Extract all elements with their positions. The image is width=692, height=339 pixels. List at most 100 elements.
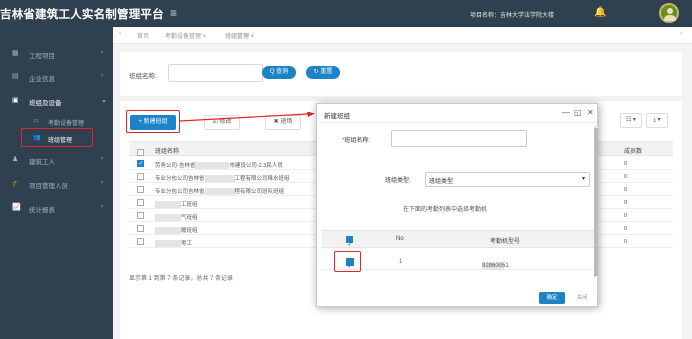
chevron-right-icon[interactable]: ›: [680, 30, 682, 37]
search-panel: 班组名称: Q 查询 ↻ 重置: [120, 52, 682, 96]
row-team-name: 暖班组: [155, 226, 198, 235]
row-checkbox[interactable]: [137, 173, 144, 180]
close-button[interactable]: 关闭: [571, 292, 593, 304]
briefcase-icon: ▤: [12, 73, 19, 80]
row-team-name: 工班组: [155, 200, 198, 209]
maximize-icon[interactable]: ◱: [574, 108, 582, 117]
device-selection-hint: 在下面的考勤列表中选择考勤机: [403, 207, 488, 213]
device-serial-number: 92860051: [482, 263, 509, 269]
minimize-icon[interactable]: —: [562, 108, 570, 117]
team-name-prefix: 专业分包公司吉林省: [155, 176, 205, 182]
highlight-box-new-team: [126, 110, 180, 133]
sidebar-item-label: 企业信息: [29, 76, 55, 83]
chevron-down-icon: ⌄: [101, 97, 107, 104]
row-member-count: 0: [624, 187, 628, 193]
row-checkbox[interactable]: [137, 212, 144, 219]
row-member-count: 0: [624, 213, 628, 219]
reset-button[interactable]: ↻ 重置: [306, 66, 340, 79]
sidebar-item-projects[interactable]: ▦ 工程项目 ›: [0, 45, 113, 63]
redacted-text: [204, 188, 235, 196]
sidebar-item-company[interactable]: ▤ 企业信息 ›: [0, 68, 113, 86]
team-name-suffix: 工班组: [181, 202, 198, 208]
team-type-label: 班组类型:: [385, 178, 411, 184]
dialog-scrollbar[interactable]: [594, 126, 598, 278]
chevron-right-icon: ›: [101, 179, 104, 186]
dialog-titlebar: 新建班组 — ◱ ✕: [317, 104, 597, 123]
user-avatar[interactable]: [659, 3, 679, 23]
row-checkbox[interactable]: [137, 186, 144, 193]
dropdown-caret-icon: ▾: [582, 176, 586, 182]
row-member-count: 0: [624, 239, 628, 245]
sidebar-subitem-label: 考勤设备管理: [48, 120, 85, 127]
team-name-search-label: 班组名称:: [129, 73, 157, 80]
sidebar-item-reports[interactable]: 📈 统计报表 ›: [0, 199, 113, 217]
sidebar-subitem-attendance-devices[interactable]: ▭ 考勤设备管理: [0, 114, 113, 128]
sidebar-item-label: 班组及设备: [29, 100, 62, 107]
row-member-count: 0: [624, 174, 628, 180]
chevron-right-icon: ›: [101, 72, 104, 79]
row-checkbox[interactable]: ✓: [137, 160, 144, 167]
user-icon: ♟: [12, 156, 19, 163]
tab-home[interactable]: 首页: [137, 31, 149, 40]
col-header-member-count[interactable]: 成员数: [624, 146, 642, 155]
pagination-info: 显示第 1 到第 7 条记录，总共 7 条记录: [129, 276, 234, 282]
col-header-device-model: 考勤机型号: [490, 239, 521, 245]
row-team-name: 劳务公司-吉林省 市建设公司-2.3民人员: [155, 161, 283, 170]
export-dropdown-button[interactable]: ⤓ ▾: [646, 113, 668, 128]
redacted-text: [155, 201, 181, 209]
row-member-count: 0: [624, 200, 628, 206]
chevron-right-icon: ›: [101, 203, 104, 210]
highlight-box-device-checkbox: [334, 251, 361, 272]
redacted-text: [155, 227, 181, 235]
row-team-name: 气班组: [155, 213, 198, 222]
device-row[interactable]: ✓ 1 92860051: [322, 254, 594, 270]
id-card-icon: ▣: [12, 97, 19, 104]
graduation-cap-icon: 🎓: [12, 180, 21, 187]
team-name-prefix: 专业分包公司吉林省: [155, 189, 205, 195]
sidebar-item-managers[interactable]: 🎓 项目管理人员 ›: [0, 175, 113, 193]
row-checkbox[interactable]: [137, 199, 144, 206]
team-name-suffix: 暖班组: [181, 228, 198, 234]
team-type-select[interactable]: 班组类型 ▾: [425, 172, 590, 187]
hamburger-icon[interactable]: ≡: [170, 6, 177, 20]
redacted-text: [155, 240, 181, 248]
tab-attendance-devices[interactable]: 考勤设备管理 ×: [165, 31, 206, 40]
redacted-text: [155, 214, 181, 222]
sidebar-item-workers[interactable]: ♟ 建筑工人 ›: [0, 151, 113, 169]
team-name-prefix: 劳务公司-吉林省: [155, 163, 196, 169]
red-arrow-annotation: [179, 112, 315, 122]
redacted-text: [204, 175, 235, 183]
avatar-head: [667, 8, 673, 14]
row-team-name: 专业分包公司吉林省 工程有限公司降水班组: [155, 174, 290, 183]
bell-icon[interactable]: 🔔: [594, 7, 606, 18]
tab-team-management[interactable]: 班组管理 ×: [225, 31, 254, 40]
device-icon: ▭: [33, 118, 39, 124]
search-button[interactable]: Q 查询: [262, 66, 296, 79]
sidebar-item-teams-devices[interactable]: ▣ 班组及设备 ⌄: [0, 92, 113, 110]
confirm-button[interactable]: 确定: [539, 292, 565, 304]
line-chart-icon: 📈: [12, 204, 21, 211]
device-select-all-checkbox[interactable]: ✓: [346, 236, 353, 248]
sidebar: ▦ 工程项目 › ▤ 企业信息 › ▣ 班组及设备 ⌄ ▭ 考勤设备管理 👥 班…: [0, 27, 113, 339]
dialog-scrollbar-thumb[interactable]: [594, 128, 598, 276]
team-name-field[interactable]: [391, 130, 527, 147]
row-member-count: 0: [624, 161, 628, 167]
dialog-title: 新建班组: [324, 113, 350, 120]
building-icon: ▦: [12, 50, 19, 57]
team-name-search-input[interactable]: [168, 64, 263, 82]
chevron-right-icon: ›: [101, 155, 104, 162]
sidebar-item-label: 统计报表: [29, 207, 55, 214]
chevron-left-icon[interactable]: ‹: [119, 30, 121, 37]
avatar-body: [664, 15, 676, 21]
team-name-suffix: 零工: [181, 241, 193, 247]
team-name-suffix: 市建设公司-2.3民人员: [229, 163, 283, 169]
highlight-box-team-menu: [21, 128, 93, 147]
row-team-name: 零工: [155, 239, 193, 248]
col-header-team-name[interactable]: 班组名称: [155, 146, 179, 155]
row-checkbox[interactable]: [137, 238, 144, 245]
close-icon[interactable]: ✕: [587, 108, 594, 117]
chevron-right-icon: ›: [101, 49, 104, 56]
columns-dropdown-button[interactable]: ☷ ▾: [620, 113, 642, 128]
row-checkbox[interactable]: [137, 225, 144, 232]
sidebar-item-label: 项目管理人员: [29, 183, 68, 190]
